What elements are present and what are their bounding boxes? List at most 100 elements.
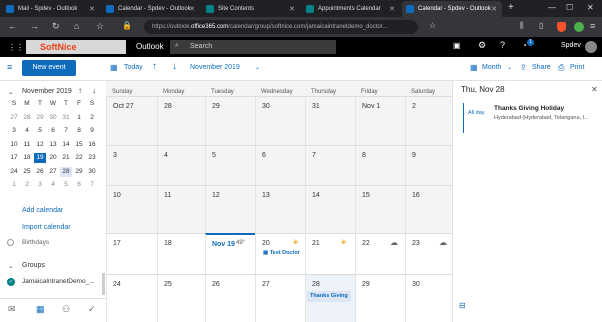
mini-day[interactable]: 9 bbox=[86, 126, 98, 136]
mini-day[interactable]: 6 bbox=[47, 126, 59, 136]
star-icon[interactable]: ☆ bbox=[429, 21, 436, 30]
tab-calendar-active[interactable]: Calendar - Spdev - Outlook ✕ bbox=[402, 1, 502, 17]
close-icon[interactable]: ✕ bbox=[189, 5, 195, 13]
day-cell[interactable]: 12 bbox=[205, 185, 255, 233]
mini-day[interactable]: 6 bbox=[73, 180, 85, 190]
mini-day[interactable]: 23 bbox=[86, 153, 98, 163]
help-icon[interactable]: ? bbox=[500, 40, 505, 50]
day-cell[interactable]: 30 bbox=[255, 96, 305, 145]
mini-day[interactable]: 10 bbox=[8, 140, 20, 150]
bookmarks-icon[interactable]: ☆ bbox=[96, 21, 104, 32]
maximize-icon[interactable]: ☐ bbox=[566, 3, 573, 12]
today-button[interactable]: Today bbox=[124, 64, 143, 71]
mini-day[interactable]: 18 bbox=[21, 153, 33, 163]
day-cell[interactable]: 3 bbox=[106, 145, 157, 185]
mini-day[interactable]: 22 bbox=[73, 153, 85, 163]
expand-icon[interactable]: ⊟ bbox=[459, 301, 466, 310]
mini-day[interactable]: 31 bbox=[60, 113, 72, 123]
day-cell[interactable]: 17 bbox=[106, 233, 157, 274]
day-cell[interactable]: 8 bbox=[355, 145, 405, 185]
day-cell[interactable]: 4 bbox=[157, 145, 205, 185]
day-cell[interactable]: 14 bbox=[305, 185, 355, 233]
mini-day[interactable]: 7 bbox=[60, 126, 72, 136]
mini-day[interactable]: 30 bbox=[47, 113, 59, 123]
chevron-down-icon[interactable]: ⌄ bbox=[507, 64, 512, 71]
tasks-icon[interactable]: ✓ bbox=[88, 304, 96, 315]
mini-day[interactable]: 4 bbox=[21, 126, 33, 136]
mini-day[interactable]: 3 bbox=[8, 126, 20, 136]
close-icon[interactable]: ✕ bbox=[491, 5, 497, 13]
avatar[interactable] bbox=[585, 41, 597, 53]
day-cell[interactable]: 21 bbox=[305, 233, 355, 274]
mini-day[interactable]: 27 bbox=[47, 167, 59, 177]
menu-icon[interactable]: ≡ bbox=[590, 21, 595, 31]
day-cell[interactable]: 26 bbox=[205, 274, 255, 322]
day-cell[interactable]: 9 bbox=[405, 145, 452, 185]
calendar-event-test-doctor[interactable]: ▣ Test Doctor bbox=[263, 250, 303, 260]
day-cell[interactable]: 13 bbox=[255, 185, 305, 233]
calendar-event-thanks-giving[interactable]: Thanks Giving bbox=[307, 291, 351, 302]
mini-day[interactable]: 17 bbox=[8, 153, 20, 163]
mini-day[interactable]: 30 bbox=[86, 167, 98, 177]
mini-day[interactable]: 11 bbox=[21, 140, 33, 150]
new-event-button[interactable]: New event bbox=[22, 60, 76, 76]
print-button[interactable]: Print bbox=[570, 64, 584, 71]
mini-day[interactable]: 15 bbox=[73, 140, 85, 150]
mini-day[interactable]: 28 bbox=[21, 113, 33, 123]
mini-day[interactable]: 2 bbox=[86, 113, 98, 123]
day-cell[interactable]: Oct 27 bbox=[106, 96, 157, 145]
day-cell[interactable]: 24 bbox=[106, 274, 157, 322]
birthdays-checkbox[interactable] bbox=[7, 239, 14, 246]
mini-day[interactable]: 28 bbox=[60, 166, 72, 177]
day-cell[interactable]: 11 bbox=[157, 185, 205, 233]
tab-appointments[interactable]: Appointments Calendar ✕ bbox=[302, 1, 400, 17]
day-cell[interactable]: 27 bbox=[255, 274, 305, 322]
new-tab-button[interactable]: + bbox=[508, 2, 514, 13]
view-selector[interactable]: Month bbox=[482, 64, 501, 71]
close-icon[interactable]: ✕ bbox=[389, 5, 395, 13]
day-cell[interactable]: 5 bbox=[205, 145, 255, 185]
mini-day[interactable]: 1 bbox=[73, 113, 85, 123]
mini-day[interactable]: 5 bbox=[60, 180, 72, 190]
close-icon[interactable]: ✕ bbox=[591, 85, 598, 94]
close-icon[interactable]: ✕ bbox=[89, 5, 95, 13]
tab-site-contents[interactable]: Site Contents ✕ bbox=[202, 1, 300, 17]
mini-next-icon[interactable]: ↓ bbox=[92, 86, 96, 95]
mail-icon[interactable]: ✉ bbox=[8, 304, 16, 315]
mini-day[interactable]: 24 bbox=[8, 167, 20, 177]
forward-icon[interactable]: → bbox=[30, 21, 39, 31]
minimize-icon[interactable]: — bbox=[548, 3, 556, 12]
check-icon[interactable]: ✓ bbox=[7, 278, 15, 286]
mini-day[interactable]: 7 bbox=[86, 180, 98, 190]
mini-day[interactable]: 26 bbox=[34, 167, 46, 177]
hamburger-icon[interactable]: ≡ bbox=[7, 62, 12, 72]
search-input[interactable]: ⌕ Search bbox=[170, 40, 336, 54]
sidebar-icon[interactable]: ▯ bbox=[539, 21, 543, 30]
detail-event[interactable]: Thanks Giving Holiday Hyderabad (Hyderab… bbox=[494, 105, 602, 133]
back-icon[interactable]: ← bbox=[8, 21, 17, 31]
mini-day[interactable]: 12 bbox=[34, 140, 46, 150]
mini-day[interactable]: 3 bbox=[34, 180, 46, 190]
chevron-icon[interactable]: ⌄ bbox=[8, 88, 13, 96]
group-item[interactable]: JamaicaIntranetDemo_... bbox=[22, 278, 95, 285]
mini-day[interactable]: 19 bbox=[34, 153, 46, 163]
day-cell[interactable]: 31 bbox=[305, 96, 355, 145]
mini-day[interactable]: 2 bbox=[21, 180, 33, 190]
day-cell[interactable]: Nov 1 bbox=[355, 96, 405, 145]
meet-now-icon[interactable]: ▣ bbox=[453, 41, 461, 50]
day-cell[interactable]: 30 bbox=[405, 274, 452, 322]
mini-day[interactable]: 20 bbox=[47, 153, 59, 163]
mini-day[interactable]: 16 bbox=[86, 140, 98, 150]
close-window-icon[interactable]: ✕ bbox=[587, 3, 594, 12]
mini-day[interactable]: 1 bbox=[8, 180, 20, 190]
mini-day[interactable]: 8 bbox=[73, 126, 85, 136]
add-calendar-link[interactable]: Add calendar bbox=[22, 207, 63, 214]
day-cell[interactable]: 18 bbox=[157, 233, 205, 274]
month-picker[interactable]: November 2019 bbox=[190, 64, 240, 71]
close-icon[interactable]: ✕ bbox=[289, 5, 295, 13]
arrow-up-icon[interactable]: ↑ bbox=[152, 61, 157, 72]
mini-day[interactable]: 4 bbox=[47, 180, 59, 190]
import-calendar-link[interactable]: Import calendar bbox=[22, 224, 71, 231]
day-cell[interactable]: 10 bbox=[106, 185, 157, 233]
extension-icon[interactable] bbox=[574, 22, 584, 32]
